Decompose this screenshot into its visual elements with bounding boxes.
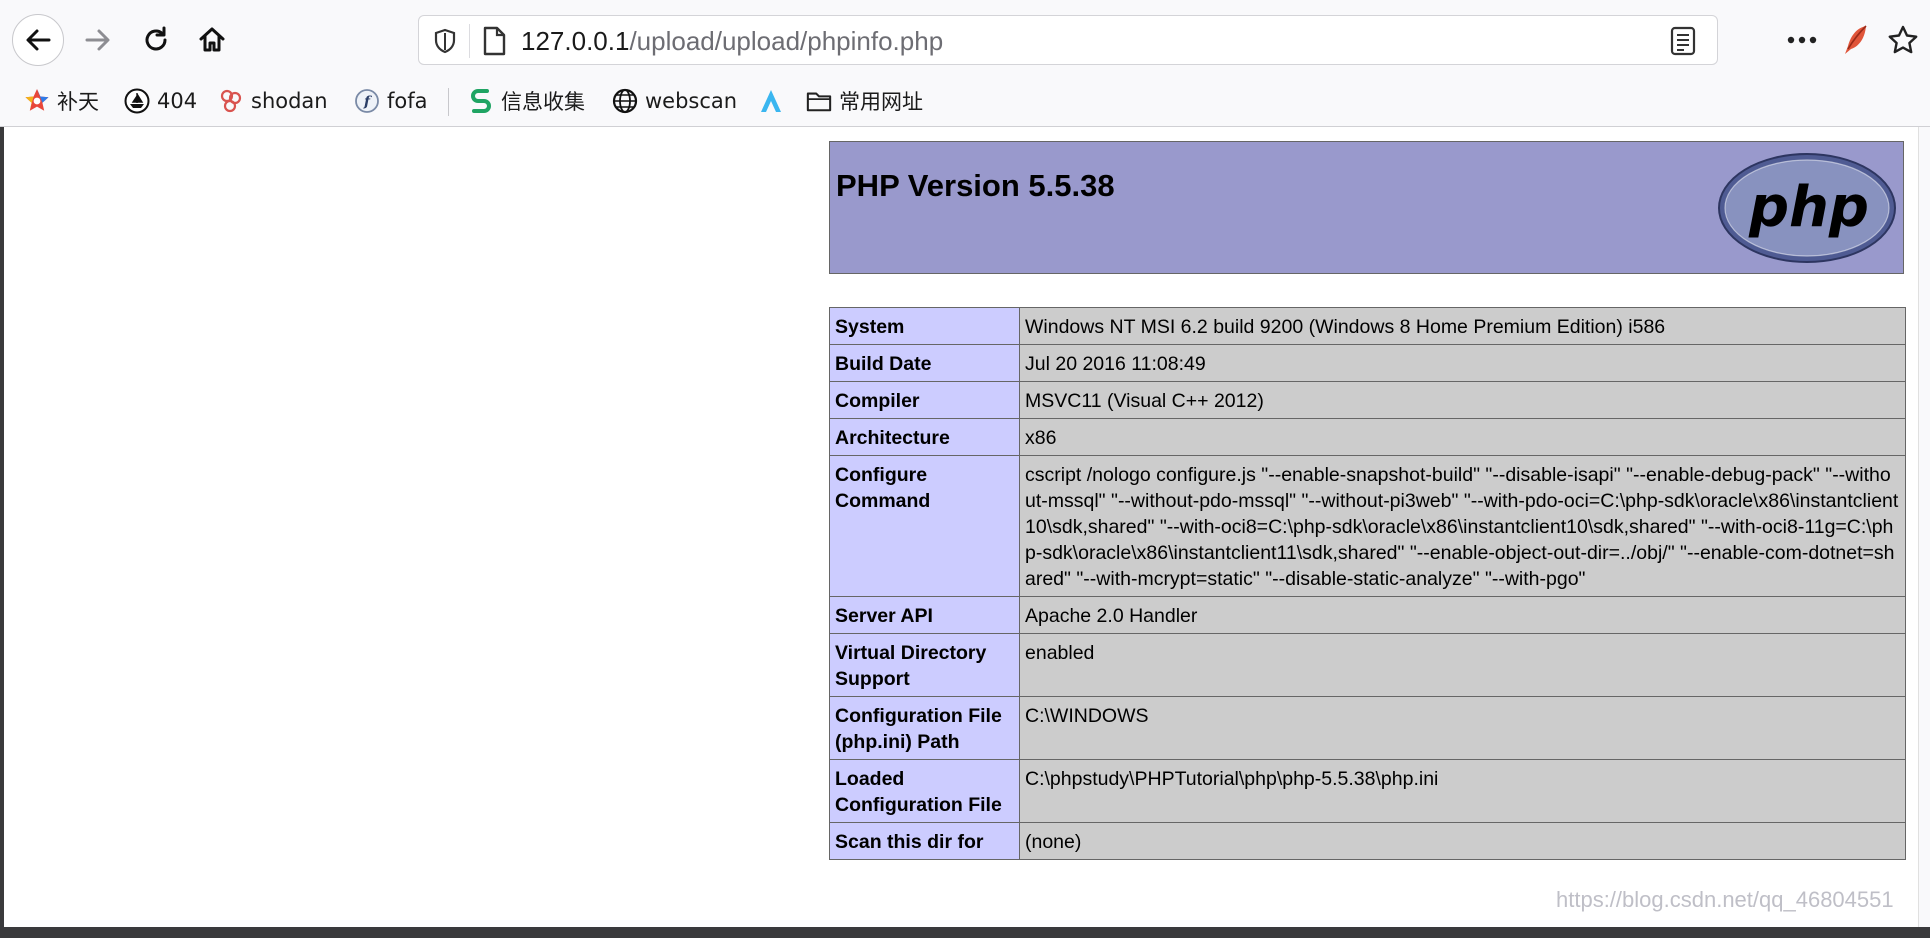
info-value: MSVC11 (Visual C++ 2012): [1019, 381, 1906, 419]
info-row: Loaded Configuration File C:\phpstudy\PHP…: [829, 759, 1906, 823]
reader-view-icon[interactable]: [1669, 26, 1697, 56]
php-logo[interactable]: php: [1717, 152, 1897, 264]
url-bar[interactable]: 127.0.0.1/upload/upload/phpinfo.php: [418, 15, 1718, 65]
bookmark-fofa[interactable]: f fofa: [354, 84, 428, 118]
pen-extension-button[interactable]: [1838, 20, 1872, 60]
bookmark-label: fofa: [387, 89, 428, 113]
info-value: Apache 2.0 Handler: [1019, 596, 1906, 634]
forward-button[interactable]: [72, 14, 124, 66]
info-value: C:\WINDOWS: [1019, 696, 1906, 760]
url-divider: [469, 24, 470, 58]
globe-icon: [612, 88, 638, 114]
info-row: Configuration File (php.ini) Path C:\WIND…: [829, 696, 1906, 760]
info-key: Scan this dir for: [829, 822, 1020, 860]
shield-icon[interactable]: [433, 28, 457, 54]
page-icon[interactable]: [481, 26, 507, 56]
bookmark-star-button[interactable]: [1884, 20, 1922, 60]
bookmark-butian[interactable]: 补天: [24, 84, 99, 118]
info-key: Architecture: [829, 418, 1020, 456]
green-s-icon: [468, 88, 494, 114]
info-key: Server API: [829, 596, 1020, 634]
watermark-text: https://blog.csdn.net/qq_46804551: [1556, 887, 1894, 912]
svg-text:php: php: [1748, 175, 1869, 240]
blue-a-icon: [758, 88, 784, 114]
window-bottom-edge: [0, 927, 1930, 938]
phpinfo-table: System Windows NT MSI 6.2 build 9200 (Win…: [829, 307, 1906, 860]
bookmark-label: 常用网址: [839, 90, 923, 114]
info-row: Server API Apache 2.0 Handler: [829, 596, 1906, 634]
info-key: Configure Command: [829, 455, 1020, 597]
info-row: Virtual Directory Support enabled: [829, 633, 1906, 697]
bookmark-label: shodan: [251, 89, 328, 113]
bookmark-info-gathering[interactable]: 信息收集: [468, 84, 585, 118]
phpinfo-container: PHP Version 5.5.38 php System Windows NT …: [829, 141, 1906, 860]
browser-toolbar: 127.0.0.1/upload/upload/phpinfo.php: [0, 0, 1930, 76]
bookmark-folder-common-sites[interactable]: 常用网址: [806, 84, 923, 118]
phpinfo-header: PHP Version 5.5.38 php: [829, 141, 1904, 274]
info-key: Compiler: [829, 381, 1020, 419]
colorful-star-icon: [24, 88, 50, 114]
url-path: /upload/upload/phpinfo.php: [629, 26, 944, 56]
bookmark-webscan[interactable]: webscan: [612, 84, 737, 118]
ellipsis-icon: [1787, 36, 1817, 44]
bookmark-label: 信息收集: [501, 90, 585, 114]
info-value: (none): [1019, 822, 1906, 860]
url-text[interactable]: 127.0.0.1/upload/upload/phpinfo.php: [521, 26, 943, 57]
info-value: cscript /nologo configure.js "--enable-s…: [1019, 455, 1906, 597]
info-row: Compiler MSVC11 (Visual C++ 2012): [829, 381, 1906, 419]
bookmark-label: 补天: [57, 90, 99, 114]
star-icon: [1888, 25, 1918, 54]
bookmark-label: 404: [157, 89, 198, 113]
reload-icon: [145, 26, 167, 51]
arrow-right-icon: [85, 29, 110, 51]
back-button[interactable]: [12, 14, 64, 66]
home-button[interactable]: [186, 14, 238, 66]
folder-icon: [806, 88, 832, 114]
info-row: System Windows NT MSI 6.2 build 9200 (Win…: [829, 307, 1906, 345]
more-actions-button[interactable]: [1782, 20, 1822, 60]
info-value: C:\phpstudy\PHPTutorial\php\php-5.5.38\p…: [1019, 759, 1906, 823]
url-host: 127.0.0.1: [521, 26, 630, 56]
bookmark-label: webscan: [645, 89, 738, 113]
bookmark-404[interactable]: 404: [124, 84, 197, 118]
php-version-title: PHP Version 5.5.38: [836, 168, 1115, 203]
ship-icon: [124, 88, 150, 114]
info-row: Scan this dir for (none): [829, 822, 1906, 860]
info-value: Windows NT MSI 6.2 build 9200 (Windows 8…: [1019, 307, 1906, 345]
reload-button[interactable]: [130, 14, 182, 66]
info-row: Build Date Jul 20 2016 11:08:49: [829, 344, 1906, 382]
info-value: Jul 20 2016 11:08:49: [1019, 344, 1906, 382]
info-value: enabled: [1019, 633, 1906, 697]
shodan-icon: [218, 88, 244, 114]
bookmark-a[interactable]: [758, 84, 784, 118]
bookmarks-separator: [448, 88, 449, 116]
arrow-left-icon: [26, 29, 51, 51]
info-value: x86: [1019, 418, 1906, 456]
info-key: Build Date: [829, 344, 1020, 382]
fofa-icon: f: [354, 88, 380, 114]
info-key: Loaded Configuration File: [829, 759, 1020, 823]
info-key: System: [829, 307, 1020, 345]
feather-pen-icon: [1845, 25, 1867, 54]
home-icon: [199, 27, 225, 52]
bookmarks-bar: 补天 404 shodan f fofa 信息收集 webscan 常用网址: [0, 76, 1930, 126]
info-key: Virtual Directory Support: [829, 633, 1020, 697]
info-row: Architecture x86: [829, 418, 1906, 456]
info-row: Configure Command cscript /nologo configu…: [829, 455, 1906, 597]
info-key: Configuration File (php.ini) Path: [829, 696, 1020, 760]
scrollbar-track[interactable]: [1918, 127, 1930, 938]
bookmark-shodan[interactable]: shodan: [218, 84, 328, 118]
page-viewport: PHP Version 5.5.38 php System Windows NT …: [4, 127, 1918, 927]
